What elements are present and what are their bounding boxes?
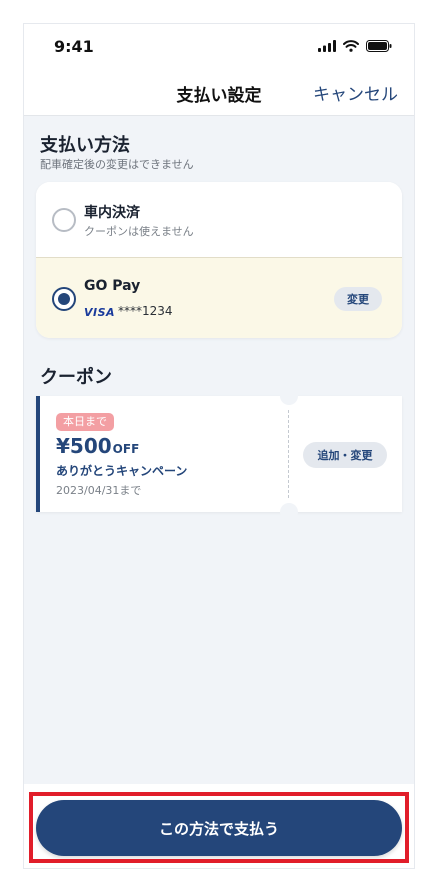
payment-method-card: 車内決済 クーポンは使えません GO Pay VISA ****1234 変更 <box>36 182 402 338</box>
status-icons <box>318 40 392 52</box>
status-time: 9:41 <box>54 37 94 56</box>
wifi-icon <box>343 40 359 52</box>
radio-go-pay[interactable] <box>52 287 76 311</box>
coupon-perforation <box>288 410 289 498</box>
option-label-in-car: 車内決済 <box>84 205 140 221</box>
option-label-go-pay: GO Pay <box>84 278 141 294</box>
status-bar: 9:41 <box>24 24 414 72</box>
option-note-in-car: クーポンは使えません <box>84 225 194 238</box>
payment-method-title: 支払い方法 <box>40 135 130 156</box>
change-payment-button[interactable]: 変更 <box>334 287 382 311</box>
cancel-button[interactable]: キャンセル <box>313 80 398 105</box>
coupon-amount: ¥500 OFF <box>56 434 139 458</box>
pay-with-method-button[interactable]: この方法で支払う <box>36 800 402 856</box>
radio-in-car[interactable] <box>52 208 76 232</box>
coupon-name: ありがとうキャンペーン <box>56 464 188 478</box>
card-number: ****1234 <box>118 304 173 318</box>
coupon-card[interactable]: 本日まで ¥500 OFF ありがとうキャンペーン 2023/04/31まで 追… <box>36 387 402 521</box>
add-change-coupon-button[interactable]: 追加・変更 <box>303 442 387 468</box>
coupon-notch-top <box>280 387 298 405</box>
nav-bar: 支払い設定 キャンセル <box>24 72 414 116</box>
coupon-amount-value: ¥500 <box>56 434 112 458</box>
payment-option-in-car[interactable]: 車内決済 クーポンは使えません <box>36 182 402 257</box>
coupon-expiry-badge: 本日まで <box>56 413 114 431</box>
payment-option-go-pay[interactable]: GO Pay VISA ****1234 変更 <box>36 257 402 338</box>
payment-method-subtitle: 配車確定後の変更はできません <box>40 158 194 171</box>
coupon-notch-bottom <box>280 503 298 521</box>
coupon-title: クーポン <box>40 367 112 388</box>
cellular-signal-icon <box>318 40 336 52</box>
phone-screen: 9:41 支払い設定 キャンセル 支払い方法 配車確定後の変更はできません 車内… <box>24 24 414 868</box>
visa-logo: VISA <box>84 306 116 319</box>
coupon-stripe <box>36 396 40 512</box>
footer: この方法で支払う <box>24 784 414 868</box>
coupon-expiry-date: 2023/04/31まで <box>56 484 142 497</box>
coupon-amount-suffix: OFF <box>112 442 140 456</box>
battery-icon <box>366 40 392 52</box>
